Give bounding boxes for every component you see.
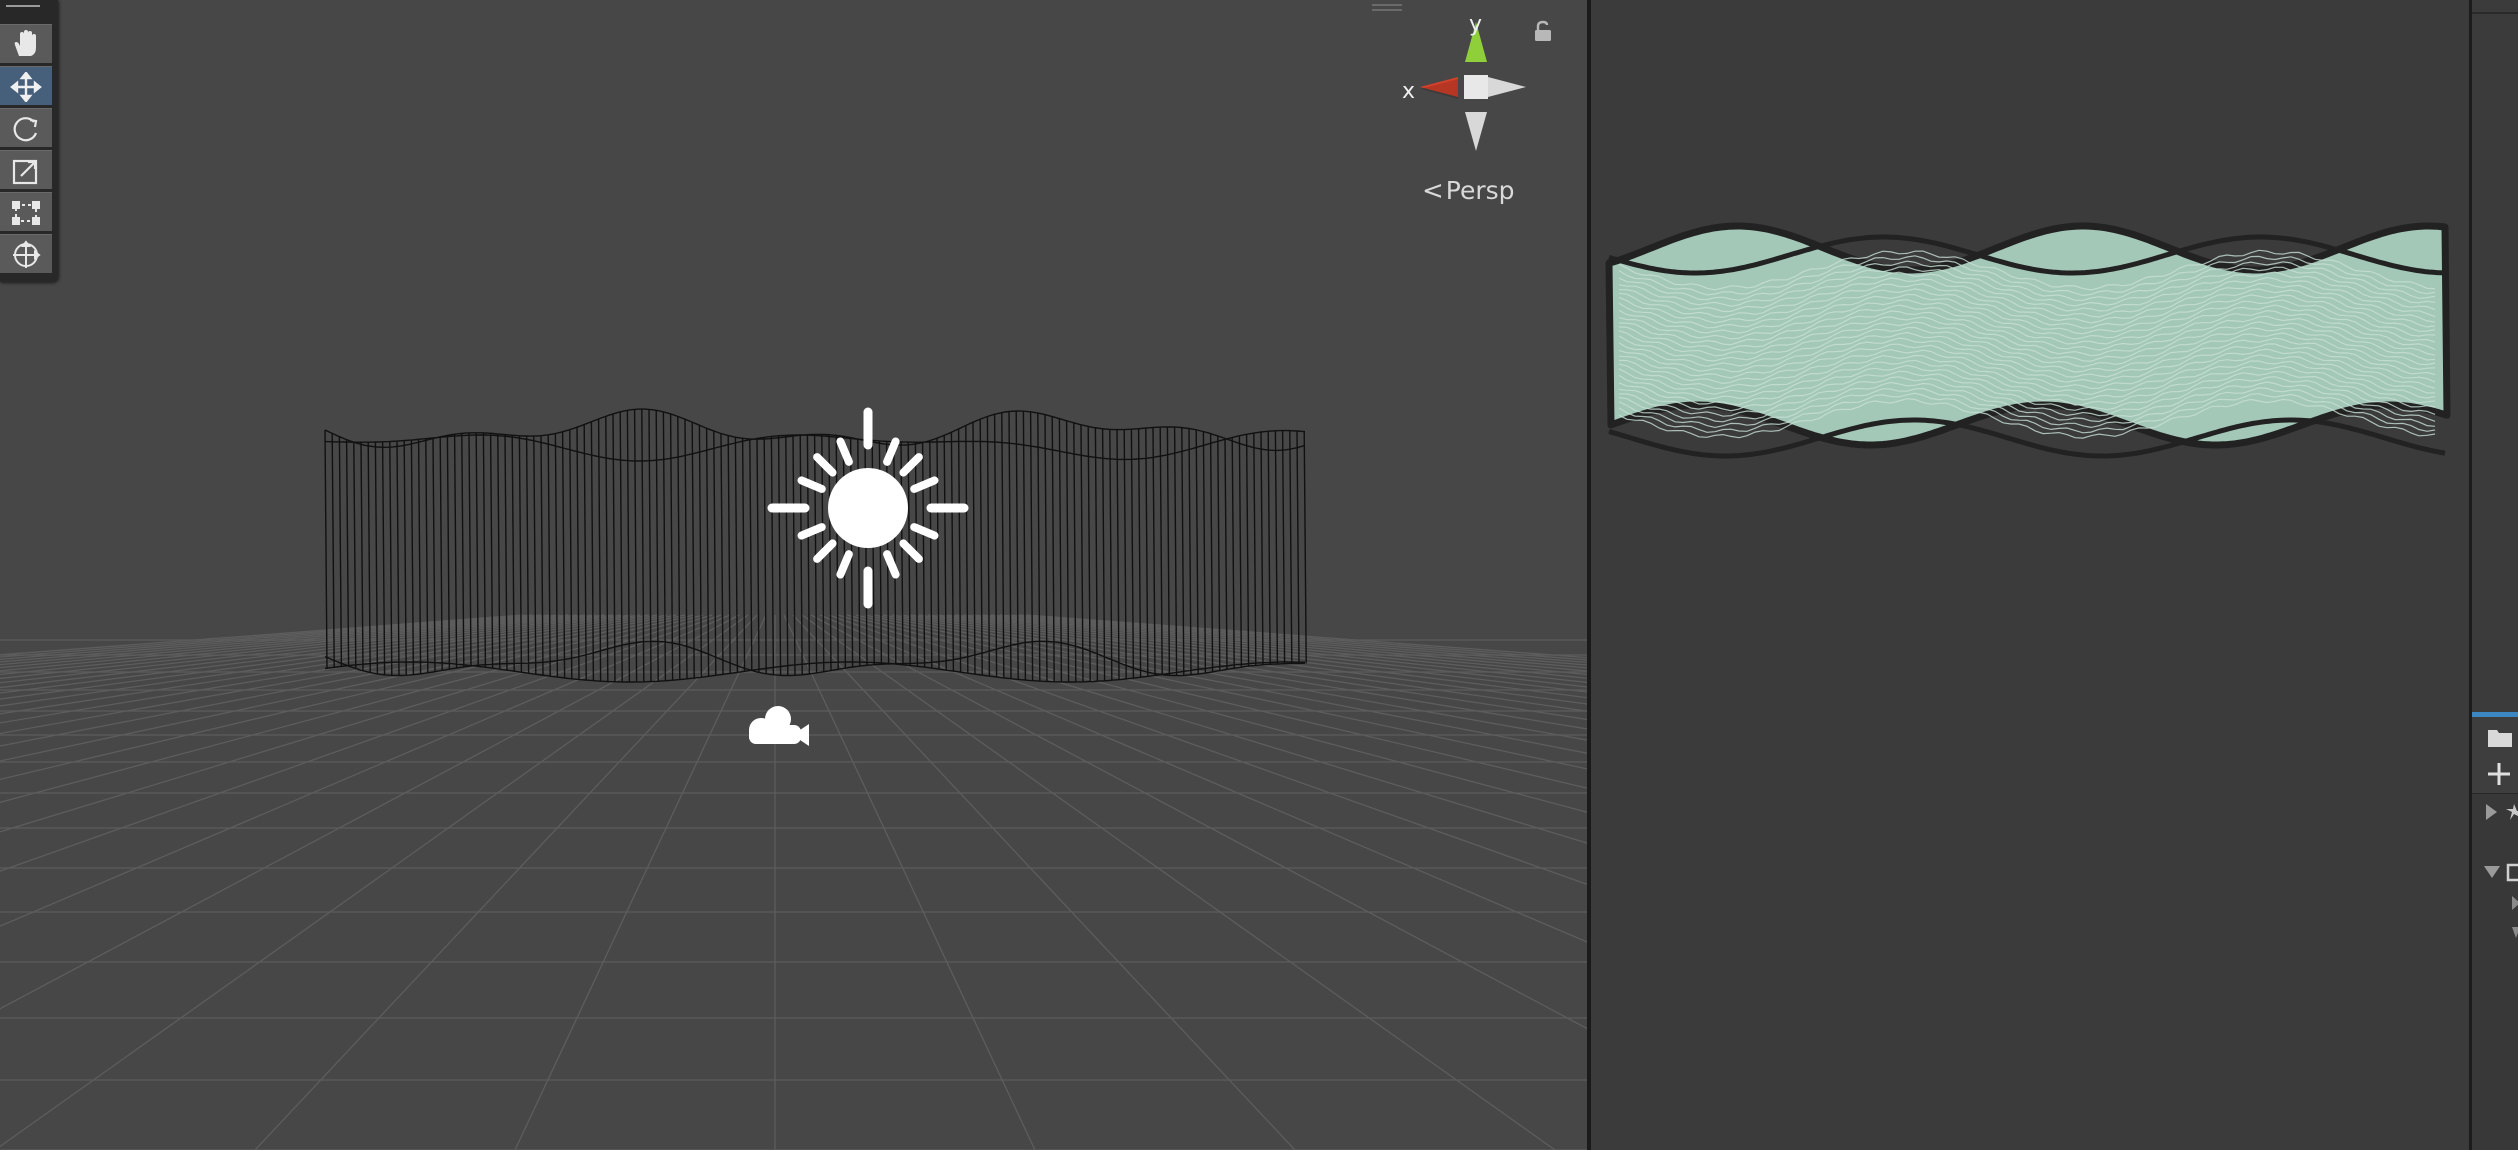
chevron-left-icon: < bbox=[1422, 176, 1444, 206]
rotate-tool-icon bbox=[13, 117, 38, 142]
tools-panel bbox=[0, 0, 58, 282]
neg-x-axis-cone[interactable] bbox=[1488, 77, 1526, 97]
transform-tool-icon bbox=[13, 240, 41, 268]
rect-tool-icon bbox=[12, 201, 40, 225]
hand-tool-button[interactable] bbox=[0, 24, 52, 63]
expand-arrow-icon bbox=[2486, 804, 2497, 820]
projection-toggle[interactable]: <Persp bbox=[1422, 176, 1542, 210]
image-icon bbox=[2506, 863, 2518, 882]
assets-row[interactable] bbox=[2472, 856, 2518, 886]
tools-panel-grip[interactable] bbox=[6, 2, 40, 14]
move-tool-icon bbox=[10, 72, 42, 102]
projection-label: Persp bbox=[1445, 176, 1515, 205]
x-axis-label: x bbox=[1402, 79, 1415, 104]
gizmo-center-cube[interactable] bbox=[1464, 75, 1488, 99]
ground-grid bbox=[0, 614, 1587, 1150]
transform-tool-button[interactable] bbox=[0, 234, 52, 273]
scale-tool-button[interactable] bbox=[0, 150, 52, 189]
rotate-tool-button[interactable] bbox=[0, 108, 52, 147]
preview-graphics bbox=[1605, 222, 2451, 459]
favorites-row[interactable] bbox=[2472, 796, 2518, 826]
child-row-2[interactable] bbox=[2472, 916, 2518, 946]
y-axis-label: y bbox=[1469, 12, 1482, 37]
scene-viewport-graphics bbox=[0, 407, 1587, 1150]
star-icon bbox=[2506, 804, 2518, 820]
neg-y-axis-cone[interactable] bbox=[1465, 112, 1487, 151]
lock-icon[interactable] bbox=[1533, 20, 1553, 42]
add-icon[interactable] bbox=[2486, 761, 2512, 787]
camera-icon[interactable] bbox=[749, 706, 809, 746]
preview-panel bbox=[1591, 0, 2469, 1150]
child-row-1[interactable] bbox=[2472, 886, 2518, 916]
rect-tool-button[interactable] bbox=[0, 192, 52, 231]
scene-view[interactable]: x y <Persp bbox=[0, 0, 1587, 1150]
folder-icon[interactable] bbox=[2486, 727, 2514, 749]
project-toolbar bbox=[2472, 717, 2518, 794]
hand-tool-icon bbox=[14, 30, 36, 56]
move-tool-button[interactable] bbox=[0, 66, 52, 105]
scale-tool-icon bbox=[12, 159, 38, 185]
project-panel bbox=[2472, 0, 2518, 1150]
orientation-gizmo[interactable]: x y bbox=[1390, 6, 1540, 156]
collapse-arrow-icon bbox=[2484, 866, 2500, 878]
inspector-area bbox=[2472, 0, 2518, 712]
